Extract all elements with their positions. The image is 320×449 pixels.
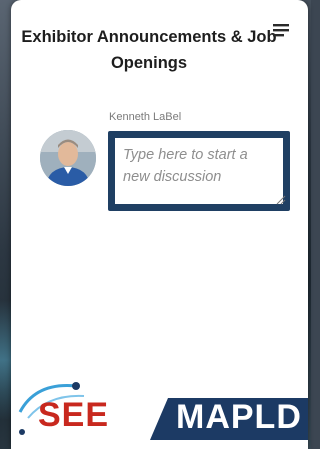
- logo-mapld-text: MAPLD: [176, 398, 302, 436]
- new-discussion-input[interactable]: [115, 138, 283, 204]
- panel-title: Exhibitor Announcements & Job Openings: [21, 28, 277, 72]
- compose-box: [108, 131, 290, 211]
- resize-grip-icon[interactable]: [276, 195, 286, 205]
- avatar-photo-icon: [40, 130, 96, 186]
- author-name: Kenneth LaBel: [109, 111, 182, 123]
- logo-see-text: SEE: [38, 396, 110, 434]
- user-avatar: [40, 130, 96, 186]
- list-menu-icon[interactable]: [271, 22, 293, 40]
